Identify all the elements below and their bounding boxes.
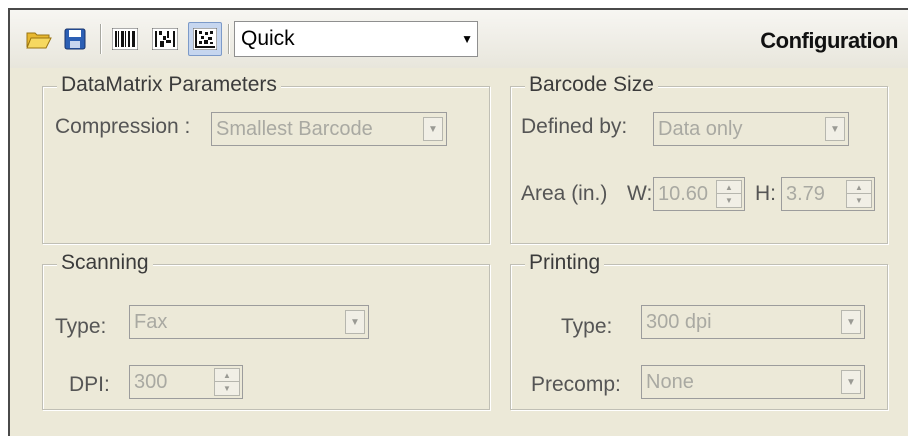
width-label: W: <box>627 182 653 205</box>
precomp-label: Precomp: <box>531 373 621 396</box>
group-title: Printing <box>525 251 605 275</box>
height-value: 3.79 <box>786 183 825 205</box>
datamatrix-parameters-group: DataMatrix Parameters Compression : Smal… <box>42 73 490 244</box>
arrow-up-icon[interactable]: ▲ <box>717 181 741 194</box>
scanning-type-label: Type: <box>55 315 107 338</box>
dpi-spinner[interactable]: 300 ▲ ▼ <box>129 365 243 399</box>
compression-select[interactable]: Smallest Barcode ▼ <box>211 112 447 146</box>
defined-by-select[interactable]: Data only ▼ <box>653 112 849 146</box>
linear-barcode-icon <box>112 28 138 50</box>
printing-group: Printing Type: 300 dpi ▼ Precomp: None ▼ <box>510 251 888 410</box>
preset-select-value: Quick <box>241 27 295 50</box>
save-disk-icon <box>64 28 86 50</box>
linear-barcode-button[interactable] <box>108 22 142 56</box>
arrow-up-icon[interactable]: ▲ <box>847 181 871 194</box>
toolbar-separator <box>228 24 230 54</box>
chevron-down-icon: ▼ <box>841 310 861 334</box>
chevron-down-icon: ▼ <box>461 32 473 46</box>
printing-type-label: Type: <box>561 315 613 338</box>
compression-label: Compression : <box>55 115 191 138</box>
barcode-size-group: Barcode Size Defined by: Data only ▼ Are… <box>510 73 888 244</box>
precomp-select[interactable]: None ▼ <box>641 365 865 399</box>
stacked-barcode-icon <box>152 28 178 50</box>
area-label: Area (in.) <box>521 182 608 205</box>
chevron-down-icon: ▼ <box>841 370 861 394</box>
group-title: DataMatrix Parameters <box>57 73 281 97</box>
printing-type-value: 300 dpi <box>646 311 712 333</box>
scanning-group: Scanning Type: Fax ▼ DPI: 300 ▲ ▼ <box>42 251 490 410</box>
chevron-down-icon: ▼ <box>423 117 443 141</box>
dpi-value: 300 <box>134 371 168 393</box>
arrow-down-icon[interactable]: ▼ <box>847 194 871 207</box>
toolbar-separator <box>100 24 102 54</box>
precomp-value: None <box>646 371 694 393</box>
height-label: H: <box>755 182 776 205</box>
width-value: 10.60 <box>658 183 709 205</box>
scanning-type-select[interactable]: Fax ▼ <box>129 305 369 339</box>
preset-select[interactable]: Quick ▼ <box>234 21 478 57</box>
defined-by-label: Defined by: <box>521 115 628 138</box>
width-spinner[interactable]: 10.60 ▲ ▼ <box>653 177 745 211</box>
group-title: Scanning <box>57 251 153 275</box>
height-spinner-arrows[interactable]: ▲ ▼ <box>846 180 872 208</box>
open-folder-icon <box>26 32 52 49</box>
chevron-down-icon: ▼ <box>345 310 365 334</box>
dpi-spinner-arrows[interactable]: ▲ ▼ <box>214 368 240 396</box>
matrix-barcode-button[interactable] <box>188 22 222 56</box>
dpi-label: DPI: <box>69 373 110 396</box>
configuration-window: Quick ▼ Configuration DataMatrix Paramet… <box>8 8 908 436</box>
arrow-down-icon[interactable]: ▼ <box>717 194 741 207</box>
save-button[interactable] <box>58 22 92 56</box>
page-title: Configuration <box>760 28 898 53</box>
matrix-barcode-icon <box>193 28 217 50</box>
height-spinner[interactable]: 3.79 ▲ ▼ <box>781 177 875 211</box>
scanning-type-value: Fax <box>134 311 168 333</box>
chevron-down-icon: ▼ <box>825 117 845 141</box>
open-folder-button[interactable] <box>22 22 56 56</box>
group-title: Barcode Size <box>525 73 658 97</box>
width-spinner-arrows[interactable]: ▲ ▼ <box>716 180 742 208</box>
arrow-up-icon[interactable]: ▲ <box>215 369 239 382</box>
defined-by-value: Data only <box>658 118 743 140</box>
compression-value: Smallest Barcode <box>216 118 373 140</box>
arrow-down-icon[interactable]: ▼ <box>215 382 239 395</box>
toolbar: Quick ▼ Configuration <box>10 10 908 68</box>
printing-type-select[interactable]: 300 dpi ▼ <box>641 305 865 339</box>
stacked-barcode-button[interactable] <box>148 22 182 56</box>
